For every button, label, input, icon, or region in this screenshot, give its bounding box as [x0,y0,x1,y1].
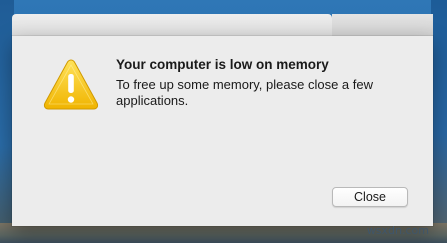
low-memory-alert-dialog: Your computer is low on memory To free u… [12,36,433,226]
desktop-right-edge [431,0,447,243]
alert-title: Your computer is low on memory [116,57,329,72]
desktop-background: Your computer is low on memory To free u… [0,0,447,243]
background-window-titlebar-right [332,14,433,38]
warning-triangle-icon [43,59,99,110]
close-button[interactable]: Close [332,187,408,207]
watermark-text: wsxdn.com [366,224,429,237]
background-window-titlebar [12,14,332,38]
alert-message: To free up some memory, please close a f… [116,77,373,108]
